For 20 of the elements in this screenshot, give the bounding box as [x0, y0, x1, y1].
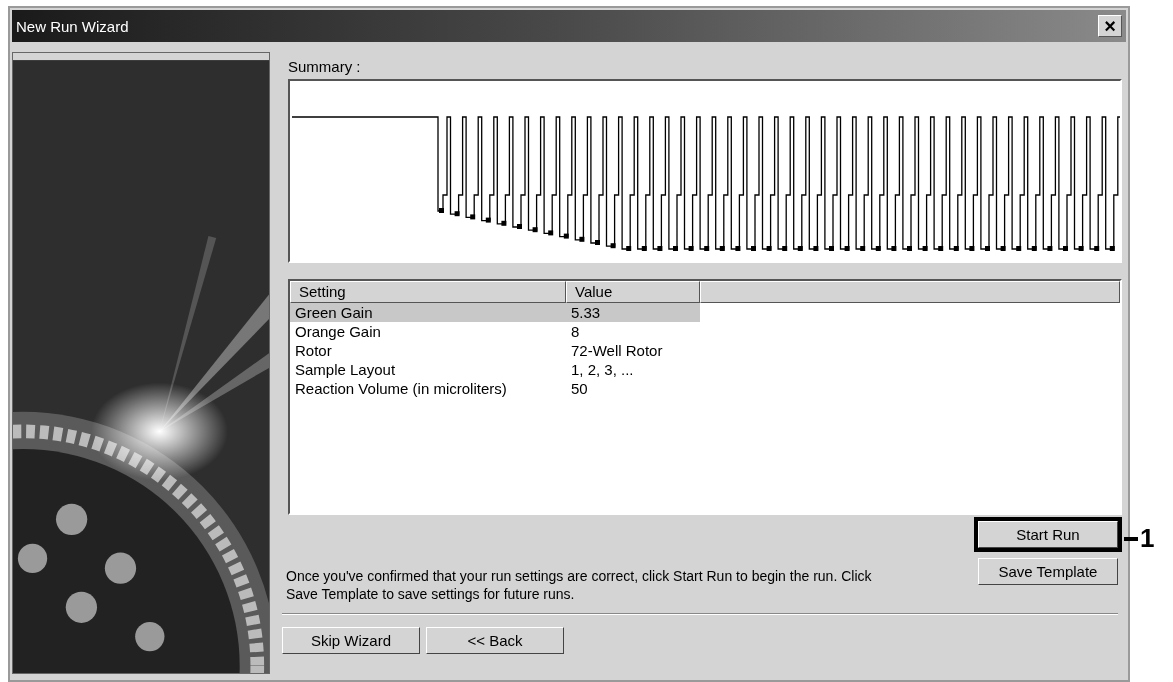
- table-cell[interactable]: Rotor: [290, 341, 566, 360]
- table-cell[interactable]: 1, 2, 3, ...: [566, 360, 700, 379]
- table-cell[interactable]: 8: [566, 322, 700, 341]
- table-cell[interactable]: Reaction Volume (in microliters): [290, 379, 566, 398]
- callout-label: 1: [1140, 523, 1155, 554]
- table-cell[interactable]: 72-Well Rotor: [566, 341, 700, 360]
- window-title: New Run Wizard: [16, 17, 129, 35]
- table-cell[interactable]: Orange Gain: [290, 322, 566, 341]
- table-cell[interactable]: 5.33: [566, 303, 700, 322]
- close-button[interactable]: ×: [1098, 15, 1122, 37]
- back-button[interactable]: << Back: [426, 627, 564, 654]
- save-template-button[interactable]: Save Template: [978, 558, 1118, 585]
- table-cell[interactable]: 50: [566, 379, 700, 398]
- column-header[interactable]: Value: [566, 281, 700, 303]
- summary-label: Summary :: [288, 58, 361, 75]
- table-cell[interactable]: Green Gain: [290, 303, 566, 322]
- column-header[interactable]: Setting: [290, 281, 566, 303]
- skip-wizard-button[interactable]: Skip Wizard: [282, 627, 420, 654]
- instruction-text: Once you've confirmed that your run settings are correct, click Start Run to begin the run. Click Save Template to save settings for future runs.: [286, 567, 873, 603]
- table-cell[interactable]: Sample Layout: [290, 360, 566, 379]
